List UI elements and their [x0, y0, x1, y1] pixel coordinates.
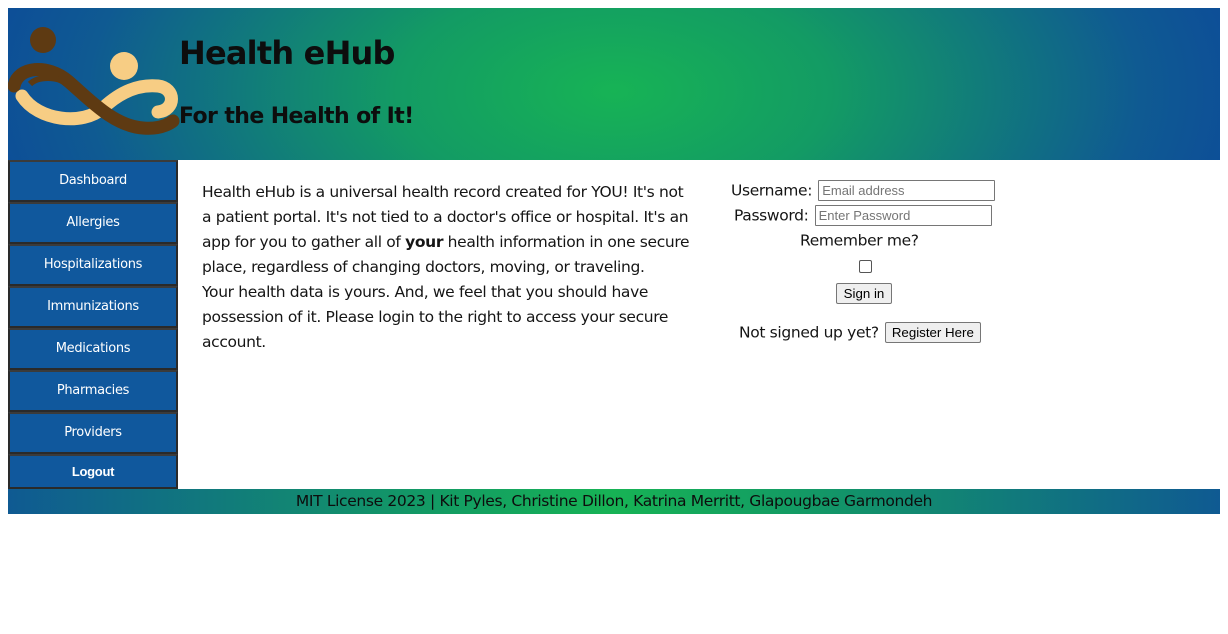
main-content: Dashboard Allergies Hospitalizations Imm… [8, 160, 1220, 489]
password-label: Password: [734, 206, 809, 225]
password-row: Password: [734, 205, 992, 227]
sign-in-button[interactable]: Sign in [836, 283, 892, 304]
site-header: Health eHub For the Health of It! [8, 8, 1220, 160]
app: Health eHub For the Health of It! Dashbo… [8, 8, 1220, 514]
sidebar-item-providers[interactable]: Providers [8, 412, 178, 454]
sidebar-item-dashboard[interactable]: Dashboard [8, 160, 178, 202]
sidebar-nav: Dashboard Allergies Hospitalizations Imm… [8, 160, 178, 489]
username-row: Username: [731, 180, 996, 202]
password-input[interactable] [814, 205, 992, 226]
not-signed-up-text: Not signed up yet? [739, 323, 879, 342]
logout-button[interactable]: Logout [8, 454, 178, 489]
signin-row: Sign in [836, 283, 892, 305]
intro-paragraph-2: Your health data is yours. And, we feel … [202, 283, 669, 351]
username-label: Username: [731, 181, 813, 200]
intro-text: Health eHub is a universal health record… [202, 180, 692, 355]
sidebar-item-hospitalizations[interactable]: Hospitalizations [8, 244, 178, 286]
site-title: Health eHub [179, 34, 395, 72]
site-footer: MIT License 2023 | Kit Pyles, Christine … [8, 489, 1220, 514]
infinity-people-logo-icon [8, 27, 180, 135]
intro-paragraph-1: Health eHub is a universal health record… [202, 180, 692, 280]
sidebar-item-allergies[interactable]: Allergies [8, 202, 178, 244]
register-row: Not signed up yet? Register Here [739, 322, 981, 344]
username-input[interactable] [818, 180, 996, 201]
remember-row: Remember me? [800, 230, 919, 252]
register-button[interactable]: Register Here [884, 322, 981, 343]
site-tagline: For the Health of It! [179, 104, 414, 129]
remember-label: Remember me? [800, 231, 919, 250]
sidebar-item-immunizations[interactable]: Immunizations [8, 286, 178, 328]
sidebar-item-pharmacies[interactable]: Pharmacies [8, 370, 178, 412]
sidebar-item-medications[interactable]: Medications [8, 328, 178, 370]
remember-checkbox[interactable] [859, 260, 872, 273]
intro-emphasis: your [405, 233, 444, 251]
